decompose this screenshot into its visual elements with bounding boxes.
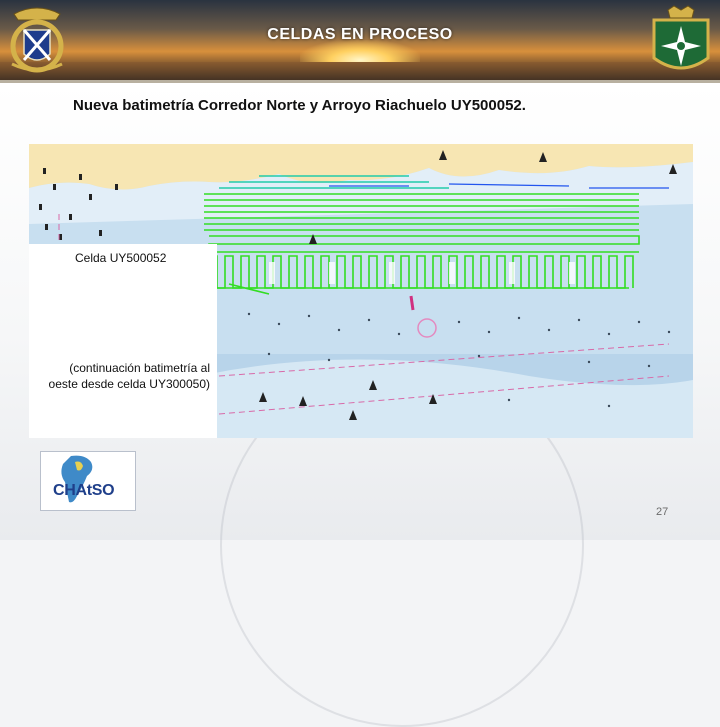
page-number: 27 <box>656 506 669 518</box>
chatso-logo: CHAtSO <box>40 451 136 511</box>
hydrographic-service-crest-icon <box>652 5 710 70</box>
chart-white-overlay <box>29 244 217 438</box>
logo-text: CHAtSO <box>53 482 115 499</box>
slide-subtitle: Nueva batimetría Corredor Norte y Arroyo… <box>73 97 526 114</box>
banner-divider <box>0 80 720 83</box>
banner-title: CELDAS EN PROCESO <box>267 26 453 43</box>
cell-label: Celda UY500052 <box>75 251 167 265</box>
south-america-map-icon <box>61 455 93 503</box>
navy-crest-left-icon <box>10 7 64 73</box>
continuation-label: (continuación batimetría al oeste desde … <box>48 361 210 391</box>
